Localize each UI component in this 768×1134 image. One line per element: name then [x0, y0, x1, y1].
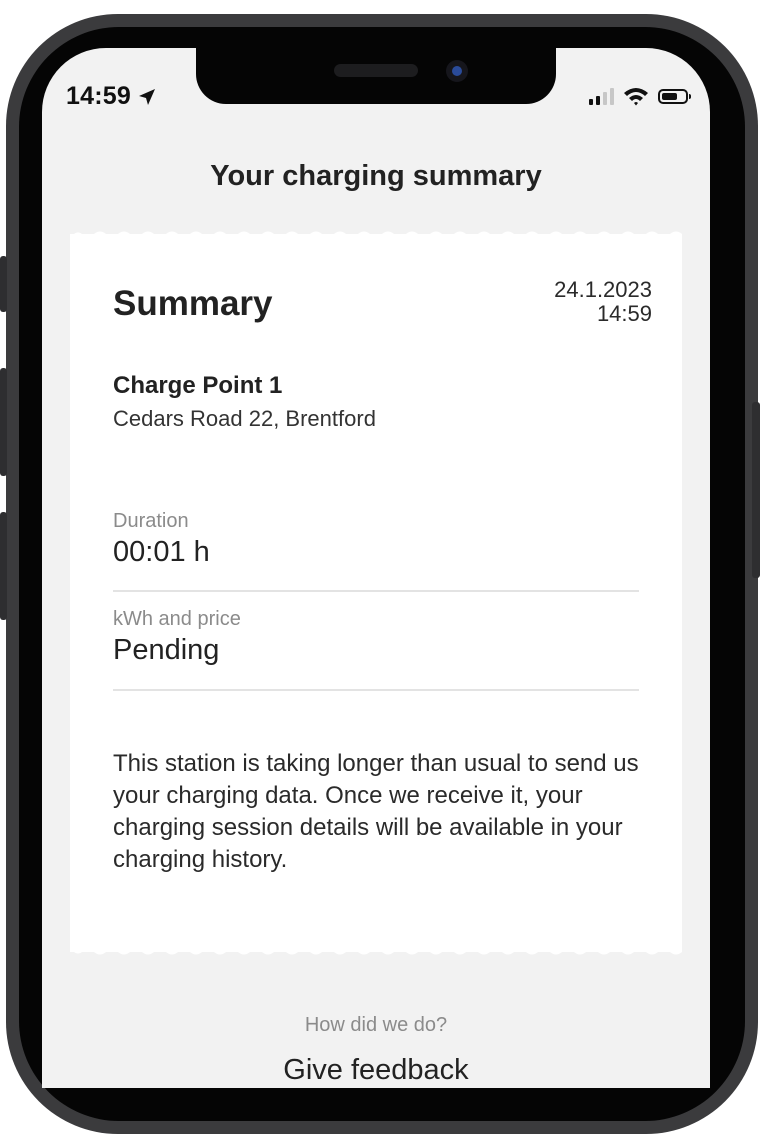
feedback-question: How did we do?: [304, 1014, 448, 1036]
power-button: [752, 402, 760, 578]
card-bottom-edge: [70, 947, 682, 955]
summary-datetime: 24.1.2023 14:59: [554, 278, 652, 326]
kwh-price-value: Pending: [113, 634, 220, 666]
status-bar-time: 14:59: [66, 82, 157, 111]
earpiece-speaker: [334, 64, 418, 77]
mute-switch: [0, 256, 7, 312]
volume-down-button: [0, 512, 7, 620]
duration-label: Duration: [113, 510, 189, 532]
card-top-edge: [70, 231, 682, 239]
app-screen: 14:59 Your charging summary Summary 24.1…: [42, 48, 710, 1088]
summary-card: Summary 24.1.2023 14:59 Charge Point 1 C…: [70, 231, 682, 955]
battery-icon: [658, 88, 691, 104]
page-title: Your charging summary: [210, 160, 542, 192]
summary-title: Summary: [113, 284, 273, 323]
status-time-text: 14:59: [66, 82, 131, 110]
summary-time: 14:59: [596, 301, 652, 326]
notch: [196, 48, 556, 104]
divider: [113, 590, 639, 592]
duration-value: 00:01 h: [113, 536, 210, 568]
give-feedback-button[interactable]: Give feedback: [42, 1054, 710, 1087]
volume-up-button: [0, 368, 7, 476]
charge-point-name: Charge Point 1: [113, 372, 283, 399]
divider: [113, 689, 639, 691]
location-arrow-icon: [138, 88, 155, 105]
summary-date: 24.1.2023: [554, 277, 652, 302]
charge-point-address: Cedars Road 22, Brentford: [113, 406, 376, 431]
pending-data-notice: This station is taking longer than usual…: [113, 750, 639, 873]
status-bar-indicators: [589, 86, 691, 106]
wifi-icon: [624, 88, 648, 106]
front-camera: [446, 60, 468, 82]
cellular-signal-icon: [589, 87, 614, 105]
kwh-price-label: kWh and price: [113, 608, 241, 630]
